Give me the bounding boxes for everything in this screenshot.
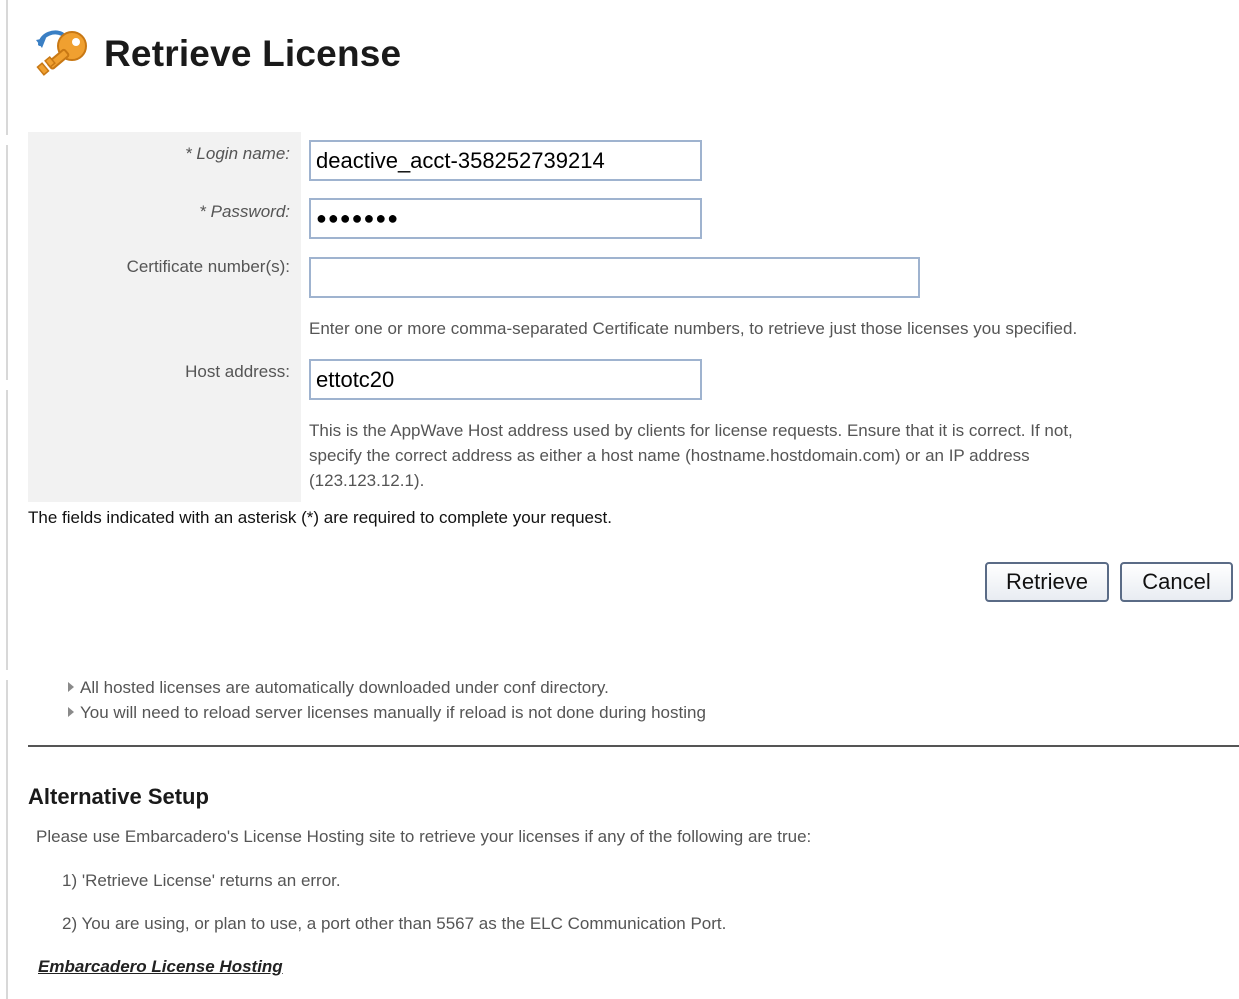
alternative-intro: Please use Embarcadero's License Hosting… <box>36 827 812 846</box>
host-hint-line1: This is the AppWave Host address used by… <box>309 421 1073 440</box>
retrieve-button[interactable]: Retrieve <box>985 562 1109 602</box>
bullet-arrow-icon <box>68 707 74 717</box>
license-hosting-link[interactable]: Embarcadero License Hosting <box>38 957 283 977</box>
page-title: Retrieve License <box>104 33 402 74</box>
bullet-arrow-icon <box>68 682 74 692</box>
left-border <box>6 0 8 135</box>
certificate-hint: Enter one or more comma-separated Certif… <box>309 319 1078 338</box>
host-address-label: Host address: <box>185 362 290 381</box>
note-item: All hosted licenses are automatically do… <box>68 678 609 698</box>
password-label: * Password: <box>199 202 290 221</box>
required-fields-note: The fields indicated with an asterisk (*… <box>28 508 612 527</box>
left-border <box>6 680 8 999</box>
section-divider <box>28 745 1239 747</box>
form-label-column <box>28 132 301 502</box>
left-border <box>6 390 8 670</box>
certificate-label: Certificate number(s): <box>126 257 290 276</box>
left-border <box>6 145 8 380</box>
host-hint-line2: specify the correct address as either a … <box>309 446 1030 465</box>
note-item: You will need to reload server licenses … <box>68 703 706 723</box>
login-name-input[interactable] <box>309 140 702 181</box>
certificate-input[interactable] <box>309 257 920 298</box>
login-name-label: * Login name: <box>185 144 290 163</box>
password-input[interactable]: ●●●●●●● <box>309 198 702 239</box>
key-icon <box>32 26 92 82</box>
host-hint-line3: (123.123.12.1). <box>309 471 425 490</box>
alternative-item-1: 1) 'Retrieve License' returns an error. <box>62 871 341 890</box>
cancel-button[interactable]: Cancel <box>1120 562 1233 602</box>
alternative-item-2: 2) You are using, or plan to use, a port… <box>62 914 727 933</box>
alternative-setup-heading: Alternative Setup <box>28 784 209 809</box>
host-address-input[interactable] <box>309 359 702 400</box>
